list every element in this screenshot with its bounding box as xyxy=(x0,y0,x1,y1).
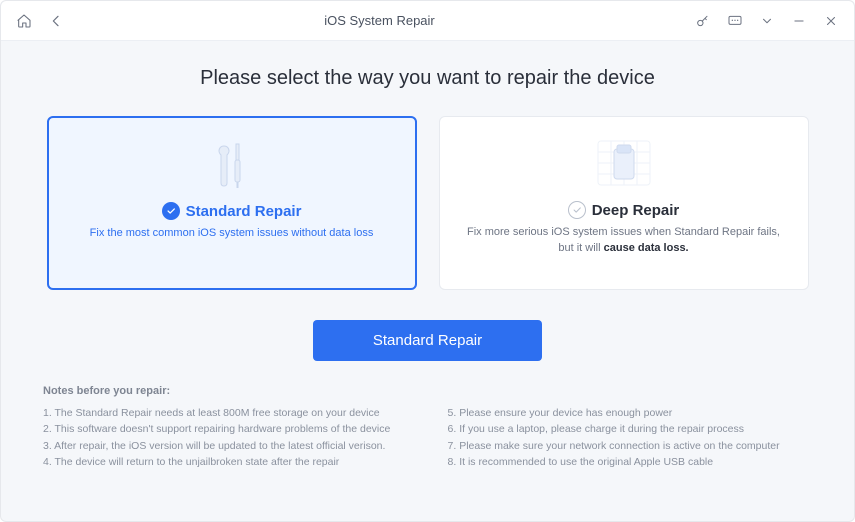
primary-action-button[interactable]: Standard Repair xyxy=(313,320,542,361)
note-item: Please ensure your device has enough pow… xyxy=(448,405,813,421)
check-icon xyxy=(162,202,180,220)
close-icon[interactable] xyxy=(822,12,840,30)
feedback-icon[interactable] xyxy=(726,12,744,30)
page-headline: Please select the way you want to repair… xyxy=(43,67,812,90)
check-icon xyxy=(568,201,586,219)
standard-repair-title: Standard Repair xyxy=(186,203,302,220)
note-item: The device will return to the unjailbrok… xyxy=(43,454,408,470)
app-window: iOS System Repair Please select the way … xyxy=(0,0,855,522)
back-icon[interactable] xyxy=(47,12,65,30)
note-item: After repair, the iOS version will be up… xyxy=(43,438,408,454)
device-icon xyxy=(464,133,784,193)
deep-repair-card[interactable]: Deep Repair Fix more serious iOS system … xyxy=(439,116,809,290)
window-title: iOS System Repair xyxy=(65,13,694,28)
standard-repair-card[interactable]: Standard Repair Fix the most common iOS … xyxy=(47,116,417,290)
deep-repair-title: Deep Repair xyxy=(592,202,680,219)
content-area: Please select the way you want to repair… xyxy=(1,41,854,521)
note-item: Please make sure your network connection… xyxy=(448,438,813,454)
note-item: If you use a laptop, please charge it du… xyxy=(448,421,813,437)
deep-repair-desc: Fix more serious iOS system issues when … xyxy=(464,225,784,257)
tools-icon xyxy=(73,134,391,194)
minimize-icon[interactable] xyxy=(790,12,808,30)
note-item: This software doesn't support repairing … xyxy=(43,421,408,437)
notes-section: Notes before you repair: The Standard Re… xyxy=(43,385,812,470)
note-item: It is recommended to use the original Ap… xyxy=(448,454,813,470)
notes-title: Notes before you repair: xyxy=(43,385,812,397)
titlebar: iOS System Repair xyxy=(1,1,854,41)
key-icon[interactable] xyxy=(694,12,712,30)
chevron-down-icon[interactable] xyxy=(758,12,776,30)
standard-repair-desc: Fix the most common iOS system issues wi… xyxy=(90,226,374,242)
home-icon[interactable] xyxy=(15,12,33,30)
note-item: The Standard Repair needs at least 800M … xyxy=(43,405,408,421)
mode-cards: Standard Repair Fix the most common iOS … xyxy=(43,116,812,290)
